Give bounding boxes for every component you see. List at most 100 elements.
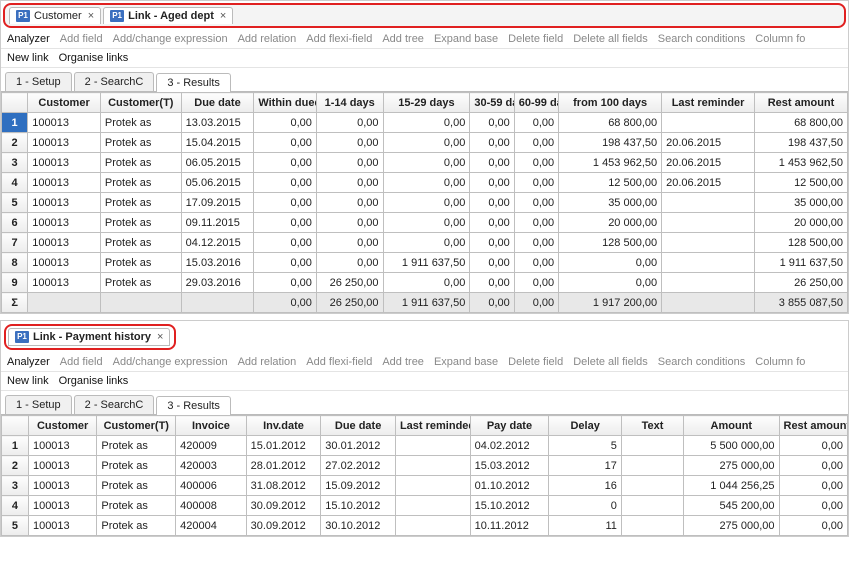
row-number[interactable]: 4 — [2, 173, 28, 193]
table-row[interactable]: 9100013Protek as29.03.20160,0026 250,000… — [2, 273, 848, 293]
menu-column-fo[interactable]: Column fo — [755, 356, 805, 368]
cell[interactable]: 0,00 — [316, 213, 383, 233]
cell[interactable]: Protek as — [100, 253, 181, 273]
cell[interactable]: 0,00 — [383, 273, 470, 293]
cell[interactable]: 04.02.2012 — [470, 436, 549, 456]
cell[interactable]: 0,00 — [254, 213, 317, 233]
cell[interactable]: 1 911 637,50 — [755, 253, 848, 273]
cell[interactable]: 17 — [549, 456, 622, 476]
cell[interactable]: Protek as — [100, 273, 181, 293]
cell[interactable]: 0,00 — [254, 113, 317, 133]
row-number[interactable]: 4 — [2, 496, 29, 516]
cell[interactable]: 0,00 — [470, 213, 514, 233]
column-header[interactable]: Text — [621, 416, 683, 436]
cell[interactable]: 0,00 — [383, 193, 470, 213]
column-header[interactable]: Invoice — [176, 416, 247, 436]
cell[interactable] — [395, 476, 470, 496]
cell[interactable]: 1 453 962,50 — [755, 153, 848, 173]
column-header[interactable]: Inv.date — [246, 416, 321, 436]
cell[interactable]: 0,00 — [383, 213, 470, 233]
cell[interactable]: 0,00 — [470, 173, 514, 193]
cell[interactable]: Protek as — [97, 436, 176, 456]
cell[interactable]: 0,00 — [514, 213, 558, 233]
column-header[interactable]: from 100 days — [559, 93, 662, 113]
tab-link-payment-history[interactable]: P1 Link - Payment history × — [8, 328, 170, 346]
cell[interactable]: 0,00 — [254, 253, 317, 273]
cell[interactable]: 15.09.2012 — [321, 476, 396, 496]
cell[interactable]: 28.01.2012 — [246, 456, 321, 476]
cell[interactable]: 15.03.2012 — [470, 456, 549, 476]
cell[interactable]: 0,00 — [383, 233, 470, 253]
close-icon[interactable]: × — [88, 10, 94, 22]
menu-add-change-expression[interactable]: Add/change expression — [113, 356, 228, 368]
cell[interactable] — [662, 233, 755, 253]
cell[interactable]: 100013 — [28, 213, 101, 233]
cell[interactable]: 0,00 — [514, 193, 558, 213]
cell[interactable]: 1 044 256,25 — [684, 476, 779, 496]
column-header[interactable]: Last reminded — [395, 416, 470, 436]
column-header[interactable]: Rest amount — [755, 93, 848, 113]
cell[interactable]: 420003 — [176, 456, 247, 476]
cell[interactable] — [395, 496, 470, 516]
menu-delete-field[interactable]: Delete field — [508, 33, 563, 45]
column-header[interactable]: 1-14 days — [316, 93, 383, 113]
cell[interactable]: 100013 — [28, 133, 101, 153]
menu-organise-links[interactable]: Organise links — [59, 52, 129, 64]
cell[interactable]: 15.10.2012 — [321, 496, 396, 516]
cell[interactable]: 20 000,00 — [559, 213, 662, 233]
cell[interactable]: 0,00 — [559, 253, 662, 273]
cell[interactable]: 100013 — [28, 233, 101, 253]
cell[interactable]: 0,00 — [254, 193, 317, 213]
cell[interactable]: 09.11.2015 — [181, 213, 254, 233]
cell[interactable]: 0,00 — [470, 253, 514, 273]
cell[interactable]: 27.02.2012 — [321, 456, 396, 476]
cell[interactable]: Protek as — [100, 193, 181, 213]
cell[interactable]: 16 — [549, 476, 622, 496]
menu-delete-all-fields[interactable]: Delete all fields — [573, 356, 648, 368]
cell[interactable] — [621, 436, 683, 456]
row-number[interactable]: 5 — [2, 516, 29, 536]
cell[interactable]: 420004 — [176, 516, 247, 536]
cell[interactable]: 15.10.2012 — [470, 496, 549, 516]
cell[interactable]: 0,00 — [254, 133, 317, 153]
menu-add-flexi-field[interactable]: Add flexi-field — [306, 33, 372, 45]
cell[interactable]: 100013 — [28, 436, 96, 456]
column-header[interactable]: Customer(T) — [97, 416, 176, 436]
table-row[interactable]: 4100013Protek as05.06.20150,000,000,000,… — [2, 173, 848, 193]
subtab-searchc[interactable]: 2 - SearchC — [74, 395, 155, 414]
table-row[interactable]: 2100013Protek as42000328.01.201227.02.20… — [2, 456, 848, 476]
cell[interactable] — [395, 436, 470, 456]
cell[interactable]: 05.06.2015 — [181, 173, 254, 193]
cell[interactable]: 30.10.2012 — [321, 516, 396, 536]
table-row[interactable]: 3100013Protek as06.05.20150,000,000,000,… — [2, 153, 848, 173]
cell[interactable]: 0,00 — [514, 273, 558, 293]
column-header[interactable]: Amount — [684, 416, 779, 436]
table-row[interactable]: 2100013Protek as15.04.20150,000,000,000,… — [2, 133, 848, 153]
cell[interactable]: 0,00 — [316, 133, 383, 153]
menu-new-link[interactable]: New link — [7, 375, 49, 387]
column-header[interactable]: Customer(T) — [100, 93, 181, 113]
table-row[interactable]: 5100013Protek as42000430.09.201230.10.20… — [2, 516, 848, 536]
cell[interactable]: 26 250,00 — [755, 273, 848, 293]
cell[interactable]: Protek as — [100, 173, 181, 193]
cell[interactable] — [662, 193, 755, 213]
menu-search-conditions[interactable]: Search conditions — [658, 33, 745, 45]
menu-expand-base[interactable]: Expand base — [434, 33, 498, 45]
table-row[interactable]: 3100013Protek as40000631.08.201215.09.20… — [2, 476, 848, 496]
cell[interactable] — [621, 496, 683, 516]
cell[interactable]: 20 000,00 — [755, 213, 848, 233]
cell[interactable]: Protek as — [100, 213, 181, 233]
cell[interactable]: 100013 — [28, 476, 96, 496]
cell[interactable]: 29.03.2016 — [181, 273, 254, 293]
column-header[interactable] — [2, 93, 28, 113]
cell[interactable]: 128 500,00 — [755, 233, 848, 253]
cell[interactable] — [621, 516, 683, 536]
cell[interactable]: 5 500 000,00 — [684, 436, 779, 456]
cell[interactable]: 100013 — [28, 253, 101, 273]
cell[interactable]: 400006 — [176, 476, 247, 496]
cell[interactable]: 0,00 — [514, 113, 558, 133]
cell[interactable]: 11 — [549, 516, 622, 536]
row-number[interactable]: 3 — [2, 153, 28, 173]
menu-delete-field[interactable]: Delete field — [508, 356, 563, 368]
cell[interactable]: 12 500,00 — [559, 173, 662, 193]
